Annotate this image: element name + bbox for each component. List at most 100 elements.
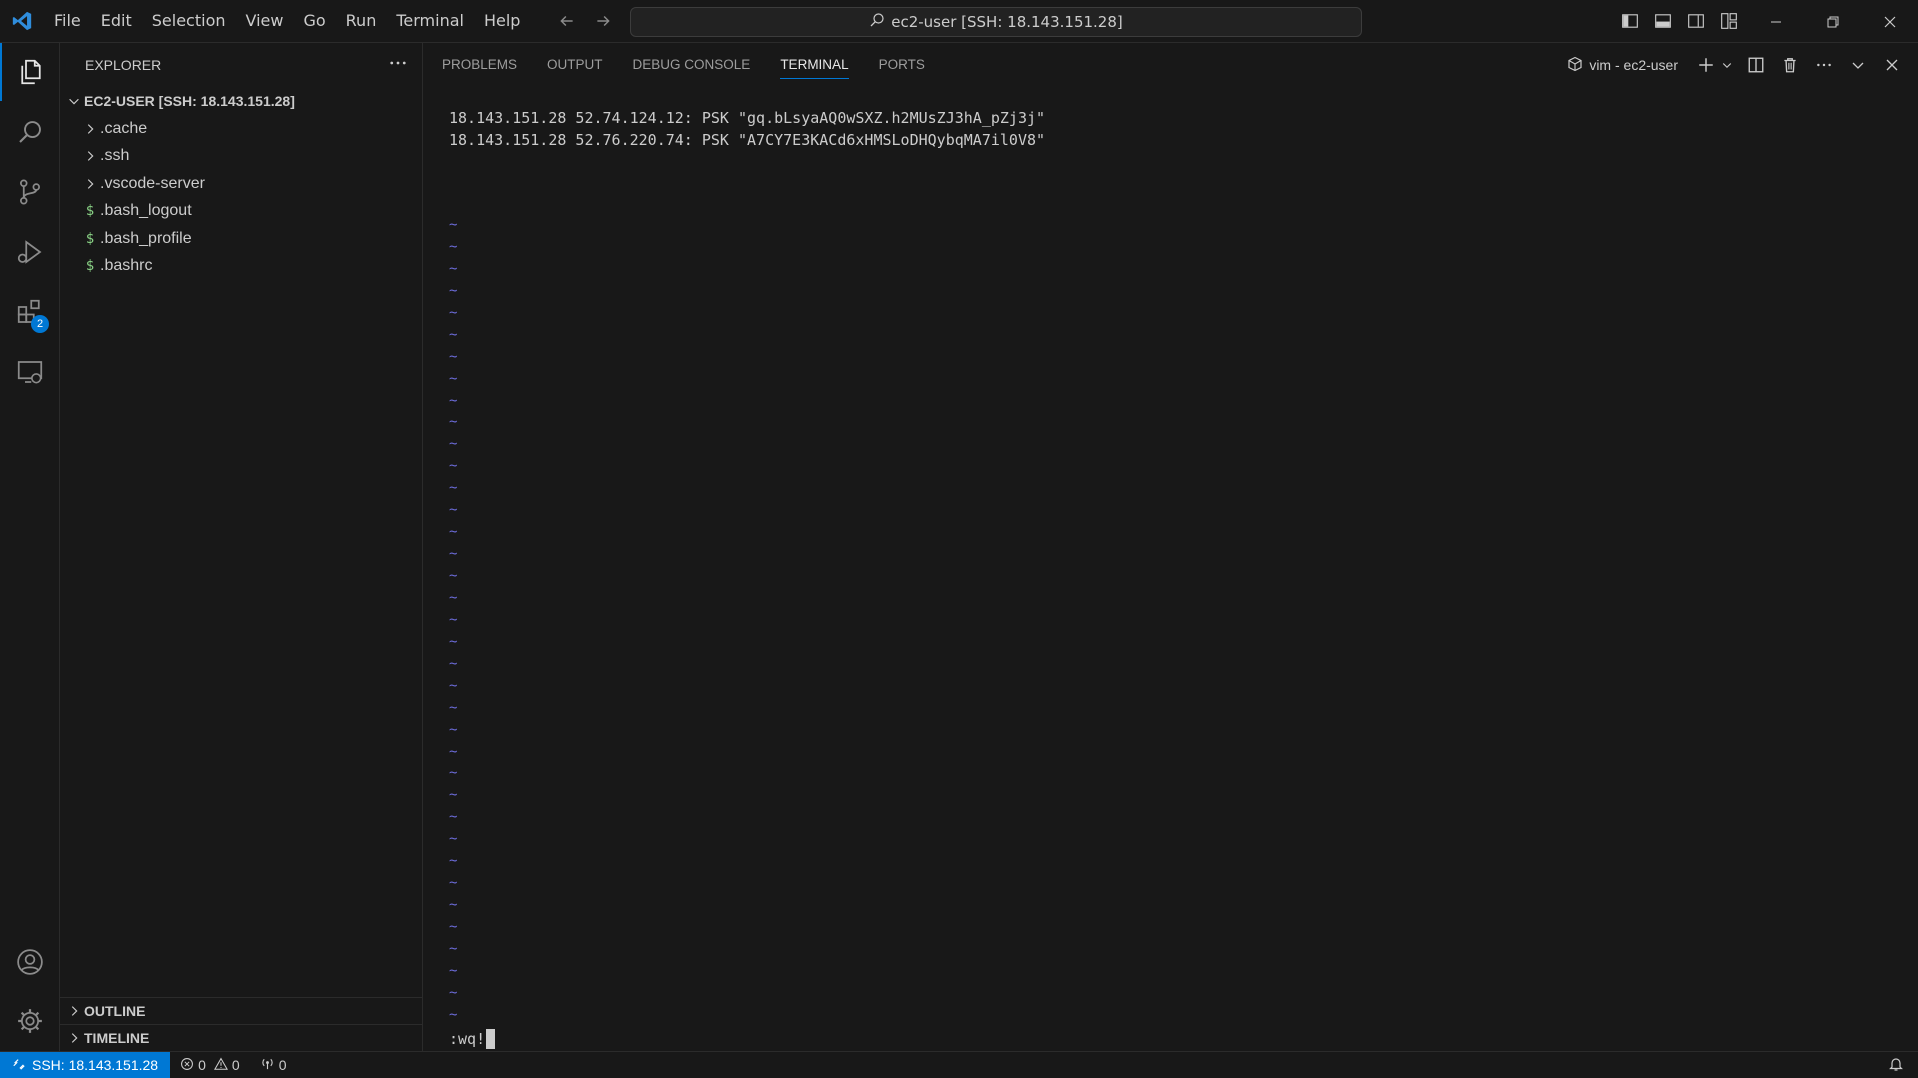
terminal-cursor	[486, 1029, 496, 1049]
vim-empty-line-marker: ~	[449, 326, 458, 343]
restore-icon[interactable]	[1804, 0, 1861, 43]
vim-empty-line-marker: ~	[449, 897, 458, 914]
command-center-label: ec2-user [SSH: 18.143.151.28]	[891, 13, 1123, 31]
sidebar-title: EXPLORER	[85, 57, 162, 73]
terminal-panel: PROBLEMS OUTPUT DEBUG CONSOLE TERMINAL P…	[424, 43, 1918, 1051]
back-arrow-icon[interactable]	[555, 8, 579, 34]
vim-empty-line-marker: ~	[449, 502, 458, 519]
forward-arrow-icon[interactable]	[591, 8, 615, 34]
vscode-logo-icon	[0, 0, 44, 43]
vim-empty-line-marker: ~	[449, 480, 458, 497]
tab-problems[interactable]: PROBLEMS	[442, 43, 517, 87]
menu-terminal[interactable]: Terminal	[386, 6, 474, 36]
tree-item-folder[interactable]: .vscode-server	[60, 170, 422, 198]
tree-item-file[interactable]: $ .bash_profile	[60, 225, 422, 253]
tree-item-label: .vscode-server	[100, 174, 205, 192]
vim-empty-line-marker: ~	[449, 524, 458, 541]
vim-command-text: :wq!	[449, 1030, 486, 1048]
tree-item-label: .bash_logout	[100, 202, 192, 220]
sidebar-bottom-sections: OUTLINE TIMELINE	[60, 997, 423, 1051]
customize-layout-icon[interactable]	[1717, 8, 1741, 34]
split-terminal-icon[interactable]	[1744, 52, 1768, 78]
terminal-output[interactable]: 18.143.151.28 52.74.124.12: PSK "gq.bLsy…	[449, 107, 1909, 151]
command-center[interactable]: ec2-user [SSH: 18.143.151.28]	[630, 7, 1362, 37]
accounts-icon[interactable]	[0, 933, 60, 991]
remote-explorer-icon[interactable]	[0, 343, 60, 401]
terminal-selector[interactable]: vim - ec2-user	[1567, 56, 1678, 75]
terminal-line: 18.143.151.28 52.76.220.74: PSK "A7CY7E3…	[449, 131, 1046, 149]
vim-empty-line-marker: ~	[449, 568, 458, 584]
outline-section[interactable]: OUTLINE	[60, 997, 423, 1024]
outline-label: OUTLINE	[84, 1003, 146, 1019]
tree-item-folder[interactable]: .ssh	[60, 143, 422, 171]
vim-empty-line-marker: ~	[449, 414, 458, 431]
close-panel-icon[interactable]	[1880, 52, 1904, 78]
shell-file-icon: $	[85, 258, 95, 275]
workspace-root[interactable]: EC2-USER [SSH: 18.143.151.28]	[60, 87, 422, 115]
sidebar-header: EXPLORER	[60, 43, 422, 87]
more-actions-icon[interactable]	[388, 53, 408, 77]
layout-controls	[1618, 8, 1741, 34]
tree-item-file[interactable]: $ .bashrc	[60, 253, 422, 281]
problems-status[interactable]: 0 0	[170, 1052, 250, 1078]
run-and-debug-icon[interactable]	[0, 223, 60, 281]
notifications-bell-icon[interactable]	[1888, 1056, 1904, 1075]
explorer-icon[interactable]	[0, 43, 60, 101]
tab-terminal[interactable]: TERMINAL	[780, 43, 849, 87]
vim-empty-line-marker: ~	[449, 282, 458, 299]
vim-empty-line-marker: ~	[449, 984, 458, 1001]
trash-icon[interactable]	[1778, 52, 1802, 78]
close-window-icon[interactable]	[1861, 0, 1918, 43]
menu-file[interactable]: File	[44, 6, 91, 36]
tab-ports[interactable]: PORTS	[879, 43, 925, 87]
settings-gear-icon[interactable]	[0, 992, 60, 1050]
search-view-icon[interactable]	[0, 103, 60, 161]
vim-empty-line-marker: ~	[449, 699, 458, 716]
vim-command-line[interactable]: :wq!	[449, 1028, 496, 1050]
tree-item-file[interactable]: $ .bash_logout	[60, 198, 422, 226]
vim-empty-line-marker: ~	[449, 348, 458, 365]
vim-empty-line-marker: ~	[449, 655, 458, 672]
toggle-secondary-sidebar-icon[interactable]	[1684, 8, 1708, 34]
chevron-down-icon[interactable]	[1720, 52, 1734, 78]
tab-debug-console[interactable]: DEBUG CONSOLE	[633, 43, 751, 87]
vim-empty-line-marker: ~	[449, 436, 458, 453]
error-icon	[180, 1057, 194, 1074]
shell-file-icon: $	[85, 203, 95, 220]
tree-item-label: .ssh	[100, 147, 130, 165]
chevron-down-icon	[64, 91, 84, 111]
vim-empty-line-marker: ~	[449, 962, 458, 979]
menu-view[interactable]: View	[236, 6, 294, 36]
vim-empty-line-marker: ~	[449, 831, 458, 848]
explorer-sidebar: EXPLORER EC2-USER [SSH: 18.143.151.28] .…	[60, 43, 423, 1051]
new-terminal-plus-icon[interactable]	[1694, 52, 1718, 78]
terminal-name-label: vim - ec2-user	[1589, 57, 1678, 73]
source-control-icon[interactable]	[0, 163, 60, 221]
more-actions-icon[interactable]	[1812, 52, 1836, 78]
toggle-panel-icon[interactable]	[1651, 8, 1675, 34]
menu-help[interactable]: Help	[474, 6, 530, 36]
vim-empty-line-marker: ~	[449, 458, 458, 475]
extensions-icon[interactable]: 2	[0, 283, 60, 341]
panel-tabs: PROBLEMS OUTPUT DEBUG CONSOLE TERMINAL P…	[424, 43, 955, 87]
menu-run[interactable]: Run	[336, 6, 387, 36]
chevron-right-icon	[80, 146, 100, 166]
menu-go[interactable]: Go	[293, 6, 335, 36]
vim-empty-line-marker: ~	[449, 721, 458, 738]
menu-selection[interactable]: Selection	[142, 6, 236, 36]
search-icon	[869, 12, 885, 32]
remote-icon	[12, 1057, 26, 1074]
window-controls	[1747, 0, 1918, 43]
ports-status[interactable]: 0	[250, 1052, 297, 1078]
tree-item-folder[interactable]: .cache	[60, 115, 422, 143]
chevron-right-icon	[64, 1001, 84, 1021]
toggle-primary-sidebar-icon[interactable]	[1618, 8, 1642, 34]
timeline-section[interactable]: TIMELINE	[60, 1024, 423, 1051]
remote-indicator[interactable]: SSH: 18.143.151.28	[0, 1052, 171, 1078]
vim-empty-line-marker: ~	[449, 743, 458, 760]
minimize-icon[interactable]	[1747, 0, 1804, 43]
menu-edit[interactable]: Edit	[91, 6, 142, 36]
tab-output[interactable]: OUTPUT	[547, 43, 603, 87]
maximize-panel-chevron-icon[interactable]	[1846, 52, 1870, 78]
chevron-right-icon	[80, 174, 100, 194]
